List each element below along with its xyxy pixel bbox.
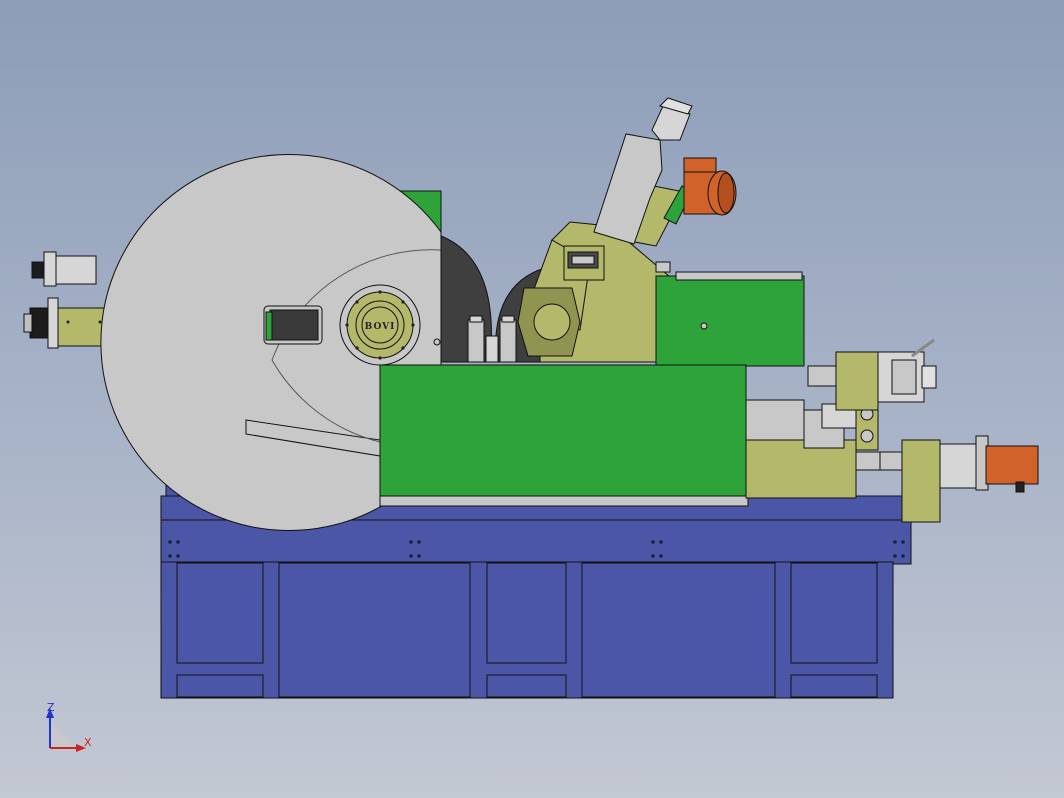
grinding-machine-drawing: BOVI Z X bbox=[23, 97, 1039, 752]
cad-viewport[interactable]: BOVI Z X bbox=[0, 0, 1064, 798]
axis-x-label: X bbox=[84, 736, 92, 749]
axis-z-label: Z bbox=[47, 701, 55, 714]
lower-feed-unit bbox=[879, 435, 1039, 523]
wheel-logo-text: BOVI bbox=[365, 322, 396, 332]
axis-triad bbox=[46, 708, 86, 752]
upper-feed-unit bbox=[807, 338, 937, 411]
